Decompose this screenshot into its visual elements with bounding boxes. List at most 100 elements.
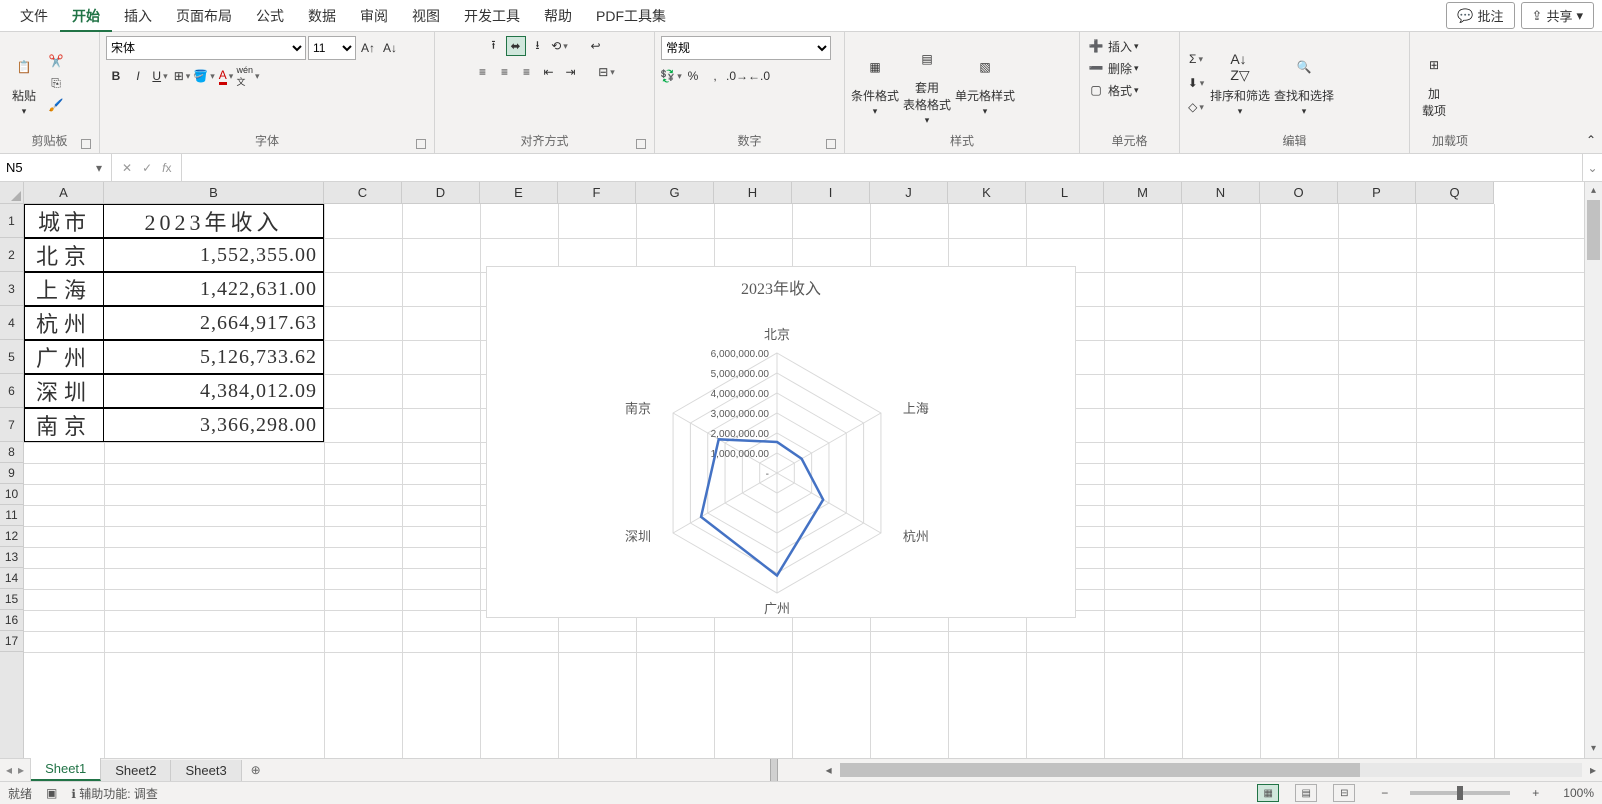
cut-icon[interactable]: ✂️ <box>46 51 66 71</box>
format-painter-icon[interactable]: 🖌️ <box>46 95 66 115</box>
collapse-ribbon-icon[interactable]: ⌃ <box>1586 133 1596 147</box>
decrease-font-icon[interactable]: A↓ <box>380 38 400 58</box>
formula-input[interactable] <box>182 154 1582 181</box>
menu-tab-1[interactable]: 开始 <box>60 2 112 33</box>
font-size-select[interactable]: 11 <box>308 36 356 60</box>
autosum-icon[interactable]: Σ <box>1186 49 1206 69</box>
sheet-nav-prev-icon[interactable]: ◂ <box>6 763 12 777</box>
cell-B5[interactable]: 5,126,733.62 <box>103 340 324 374</box>
row-header-10[interactable]: 10 <box>0 484 23 505</box>
cell-B6[interactable]: 4,384,012.09 <box>103 374 324 408</box>
cell-A2[interactable]: 北京 <box>24 238 104 272</box>
menu-tab-0[interactable]: 文件 <box>8 2 60 30</box>
percent-icon[interactable]: % <box>683 66 703 86</box>
select-all-corner[interactable] <box>0 182 24 204</box>
cell-A1[interactable]: 城市 <box>24 204 104 238</box>
row-header-15[interactable]: 15 <box>0 589 23 610</box>
font-color-icon[interactable]: A <box>216 66 236 86</box>
align-left-icon[interactable]: ≡ <box>473 62 493 82</box>
sheet-tab-Sheet3[interactable]: Sheet3 <box>171 760 241 781</box>
cell-A6[interactable]: 深圳 <box>24 374 104 408</box>
menu-tab-7[interactable]: 视图 <box>400 2 452 30</box>
align-bottom-icon[interactable]: ⭳ <box>528 36 548 56</box>
row-header-4[interactable]: 4 <box>0 306 23 340</box>
cell-B4[interactable]: 2,664,917.63 <box>103 306 324 340</box>
zoom-level[interactable]: 100% <box>1563 786 1594 800</box>
macro-record-icon[interactable]: ▣ <box>46 786 57 800</box>
row-header-8[interactable]: 8 <box>0 442 23 463</box>
row-headers[interactable]: 1234567891011121314151617 <box>0 204 24 758</box>
zoom-out-button[interactable]: − <box>1381 786 1388 800</box>
hscroll-splitter[interactable] <box>770 759 778 781</box>
vertical-scrollbar[interactable]: ▴ ▾ <box>1584 182 1602 758</box>
col-header-B[interactable]: B <box>104 182 324 203</box>
row-header-13[interactable]: 13 <box>0 547 23 568</box>
row-header-6[interactable]: 6 <box>0 374 23 408</box>
cell-A3[interactable]: 上海 <box>24 272 104 306</box>
row-header-16[interactable]: 16 <box>0 610 23 631</box>
page-break-view-button[interactable]: ⊟ <box>1333 784 1355 802</box>
paste-button[interactable]: 📋 粘贴▾ <box>6 49 42 117</box>
menu-tab-3[interactable]: 页面布局 <box>164 2 244 30</box>
wrap-text-icon[interactable]: ↩ <box>586 36 606 56</box>
underline-icon[interactable]: U <box>150 66 170 86</box>
row-header-12[interactable]: 12 <box>0 526 23 547</box>
cell-B2[interactable]: 1,552,355.00 <box>103 238 324 272</box>
menu-tab-10[interactable]: PDF工具集 <box>584 2 678 30</box>
col-header-P[interactable]: P <box>1338 182 1416 203</box>
format-cells-button[interactable]: ▢格式 ▾ <box>1086 80 1173 100</box>
comma-icon[interactable]: , <box>705 66 725 86</box>
align-right-icon[interactable]: ≡ <box>517 62 537 82</box>
fill-icon[interactable]: ⬇ <box>1186 73 1206 93</box>
align-top-icon[interactable]: ⭱ <box>484 36 504 56</box>
sheet-tab-Sheet1[interactable]: Sheet1 <box>31 758 101 781</box>
cell-B3[interactable]: 1,422,631.00 <box>103 272 324 306</box>
col-header-F[interactable]: F <box>558 182 636 203</box>
cell-B1[interactable]: 2023年收入 <box>103 204 324 238</box>
row-header-7[interactable]: 7 <box>0 408 23 442</box>
row-header-9[interactable]: 9 <box>0 463 23 484</box>
conditional-format-button[interactable]: ▦条件格式▾ <box>851 49 899 117</box>
delete-cells-button[interactable]: ➖删除 ▾ <box>1086 58 1173 78</box>
decrease-indent-icon[interactable]: ⇤ <box>539 62 559 82</box>
col-header-I[interactable]: I <box>792 182 870 203</box>
row-header-14[interactable]: 14 <box>0 568 23 589</box>
clear-icon[interactable]: ◇ <box>1186 97 1206 117</box>
col-header-C[interactable]: C <box>324 182 402 203</box>
border-icon[interactable]: ⊞ <box>172 66 192 86</box>
font-name-select[interactable]: 宋体 <box>106 36 306 60</box>
copy-icon[interactable]: ⎘ <box>46 73 66 93</box>
phonetic-icon[interactable]: wén文 <box>238 66 258 86</box>
format-as-table-button[interactable]: ▤套用 表格格式▾ <box>903 41 951 126</box>
currency-icon[interactable]: 💱 <box>661 66 681 86</box>
col-header-E[interactable]: E <box>480 182 558 203</box>
add-sheet-button[interactable]: ⊕ <box>242 759 270 781</box>
column-headers[interactable]: ABCDEFGHIJKLMNOPQ <box>24 182 1494 204</box>
col-header-D[interactable]: D <box>402 182 480 203</box>
merge-icon[interactable]: ⊟ <box>597 62 617 82</box>
cell-styles-button[interactable]: ▧单元格样式▾ <box>955 49 1015 117</box>
sort-filter-button[interactable]: A↓Z▽排序和筛选▾ <box>1210 49 1270 117</box>
page-layout-view-button[interactable]: ▤ <box>1295 784 1317 802</box>
accessibility-status[interactable]: ℹ 辅助功能: 调查 <box>71 785 158 802</box>
sheet-tab-Sheet2[interactable]: Sheet2 <box>101 760 171 781</box>
increase-font-icon[interactable]: A↑ <box>358 38 378 58</box>
fx-icon[interactable]: fx <box>162 161 171 175</box>
col-header-K[interactable]: K <box>948 182 1026 203</box>
menu-tab-4[interactable]: 公式 <box>244 2 296 30</box>
row-header-3[interactable]: 3 <box>0 272 23 306</box>
name-box-dropdown-icon[interactable]: ▾ <box>90 161 108 175</box>
increase-decimal-icon[interactable]: .0→ <box>727 66 747 86</box>
cancel-formula-icon[interactable]: ✕ <box>122 161 132 175</box>
bold-icon[interactable]: B <box>106 66 126 86</box>
cell-A4[interactable]: 杭州 <box>24 306 104 340</box>
col-header-N[interactable]: N <box>1182 182 1260 203</box>
fill-color-icon[interactable]: 🪣 <box>194 66 214 86</box>
comment-button[interactable]: 💬 批注 <box>1446 2 1514 29</box>
worksheet-grid[interactable]: ABCDEFGHIJKLMNOPQ 1234567891011121314151… <box>0 182 1602 758</box>
align-middle-icon[interactable]: ⬌ <box>506 36 526 56</box>
expand-formula-bar-icon[interactable]: ⌄ <box>1582 154 1602 181</box>
share-button[interactable]: ⇪ 共享 ▾ <box>1521 2 1594 29</box>
col-header-G[interactable]: G <box>636 182 714 203</box>
zoom-slider[interactable] <box>1410 791 1510 795</box>
